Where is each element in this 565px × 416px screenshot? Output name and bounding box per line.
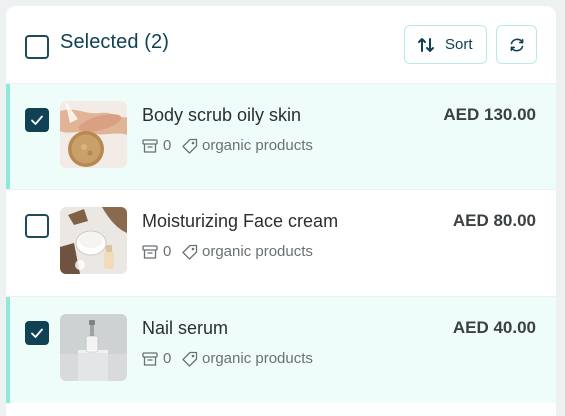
sort-arrows-icon [418, 38, 434, 52]
product-thumbnail [60, 314, 127, 381]
box-icon [142, 139, 158, 153]
product-category: organic products [202, 243, 313, 260]
product-name: Body scrub oily skin [142, 105, 302, 125]
product-thumbnail [60, 101, 127, 168]
product-price: AED 80.00 [452, 211, 536, 230]
sort-button-label: Sort [445, 36, 473, 53]
product-row[interactable]: Nail serum AED 40.00 0 organic products [6, 296, 556, 403]
box-icon [142, 352, 158, 366]
select-all-checkbox[interactable] [25, 35, 49, 59]
stock-count: 0 [163, 137, 172, 154]
refresh-button[interactable] [496, 25, 537, 64]
product-checkbox[interactable] [25, 108, 49, 132]
product-category: organic products [202, 137, 313, 154]
product-name: Nail serum [142, 318, 229, 338]
product-row[interactable]: Body scrub oily skin AED 130.00 0 organi… [6, 83, 556, 190]
product-name: Moisturizing Face cream [142, 211, 339, 231]
sort-button[interactable]: Sort [404, 25, 487, 64]
product-checkbox[interactable] [25, 214, 49, 238]
selected-count-title: Selected (2) [60, 31, 170, 53]
product-price: AED 40.00 [452, 318, 536, 337]
product-price: AED 130.00 [443, 105, 536, 124]
product-category: organic products [202, 350, 313, 367]
selection-header: Selected (2) Sort [6, 6, 556, 83]
product-row[interactable]: Moisturizing Face cream AED 80.00 0 orga… [6, 189, 556, 296]
stock-count: 0 [163, 350, 172, 367]
product-checkbox[interactable] [25, 321, 49, 345]
refresh-icon [510, 38, 524, 52]
tag-icon [182, 351, 198, 367]
product-thumbnail [60, 207, 127, 274]
tag-icon [182, 138, 198, 154]
stock-count: 0 [163, 243, 172, 260]
checkmark-icon [31, 115, 43, 125]
box-icon [142, 245, 158, 259]
checkmark-icon [31, 328, 43, 338]
tag-icon [182, 244, 198, 260]
selected-products-card: Selected (2) Sort Body scrub oily skin A… [6, 6, 556, 416]
